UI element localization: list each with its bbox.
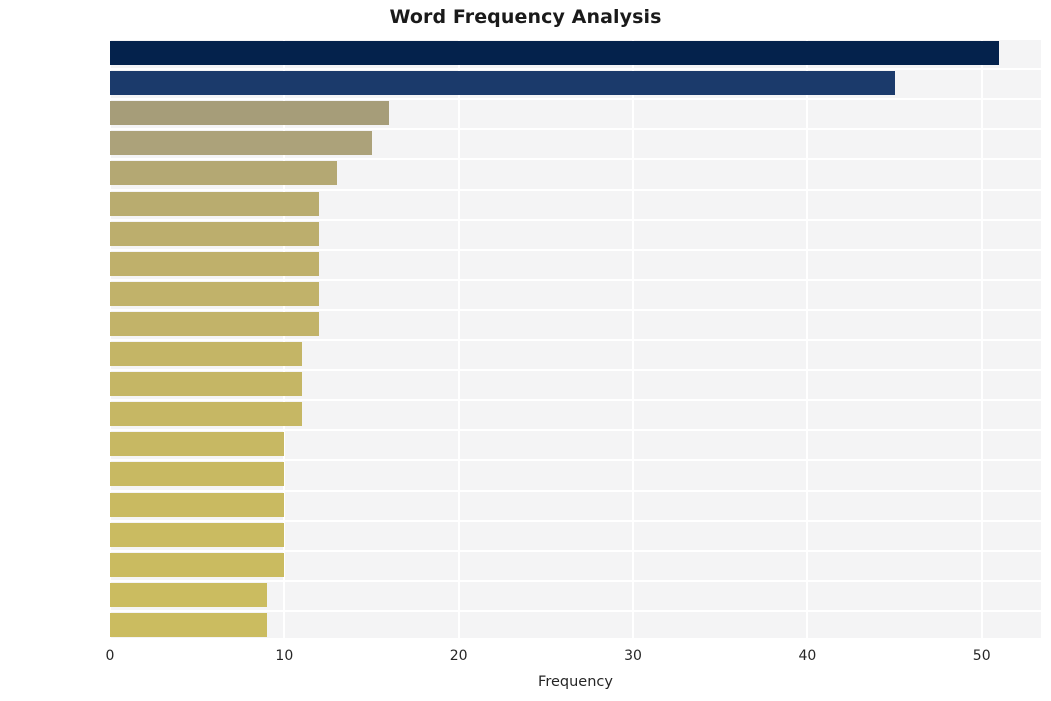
bar-customers <box>110 582 267 607</box>
bar-row <box>110 520 1041 550</box>
bar-administrator <box>110 552 285 577</box>
bar-row <box>110 219 1041 249</box>
bar-row <box>110 249 1041 279</box>
bar-secure <box>110 161 337 186</box>
bar-row <box>110 309 1041 339</box>
bar-data <box>110 131 372 156</box>
x-tick-label-50: 50 <box>972 648 991 664</box>
bar-windows <box>110 71 895 96</box>
plot-area <box>109 38 1041 640</box>
bar-microsoft <box>110 101 389 126</box>
bar-change <box>110 311 320 336</box>
bar-enable <box>110 342 302 366</box>
bar-row <box>110 279 1041 309</box>
bar-protection <box>110 281 320 306</box>
bar-row <box>110 399 1041 429</box>
bar-row <box>110 580 1041 610</box>
bar-row <box>110 339 1041 369</box>
chart-figure: Word Frequency Analysis securitywindowsm… <box>0 0 1051 701</box>
bar-pcs <box>110 492 285 517</box>
x-tick-label-40: 40 <box>798 648 817 664</box>
bar-help <box>110 191 320 216</box>
bar-row <box>110 369 1041 399</box>
bar-row <box>110 189 1041 219</box>
bar-ensure <box>110 462 285 487</box>
bar-row <box>110 128 1041 158</box>
x-tick-label-20: 20 <box>449 648 468 664</box>
bar-user <box>110 402 302 427</box>
bar-new <box>110 432 285 457</box>
x-tick-label-10: 10 <box>275 648 294 664</box>
bar-row <box>110 610 1041 640</box>
chart-title: Word Frequency Analysis <box>389 6 662 28</box>
x-tick-label-0: 0 <box>105 648 115 664</box>
bar-users <box>110 251 320 276</box>
bar-row <box>110 98 1041 128</box>
bar-update <box>110 372 302 397</box>
bar-row <box>110 459 1041 489</box>
bar-security <box>110 41 1000 65</box>
bar-row <box>110 68 1041 98</box>
x-axis-label: Frequency <box>538 674 613 690</box>
x-tick-label-30: 30 <box>624 648 642 664</box>
bar-apps <box>110 221 320 246</box>
bar-row <box>110 429 1041 459</box>
bar-row <box>110 490 1041 520</box>
bar-protect <box>110 612 267 637</box>
bar-row <box>110 158 1041 188</box>
bar-default <box>110 522 285 547</box>
bar-row <box>110 550 1041 580</box>
bar-row <box>110 38 1041 68</box>
